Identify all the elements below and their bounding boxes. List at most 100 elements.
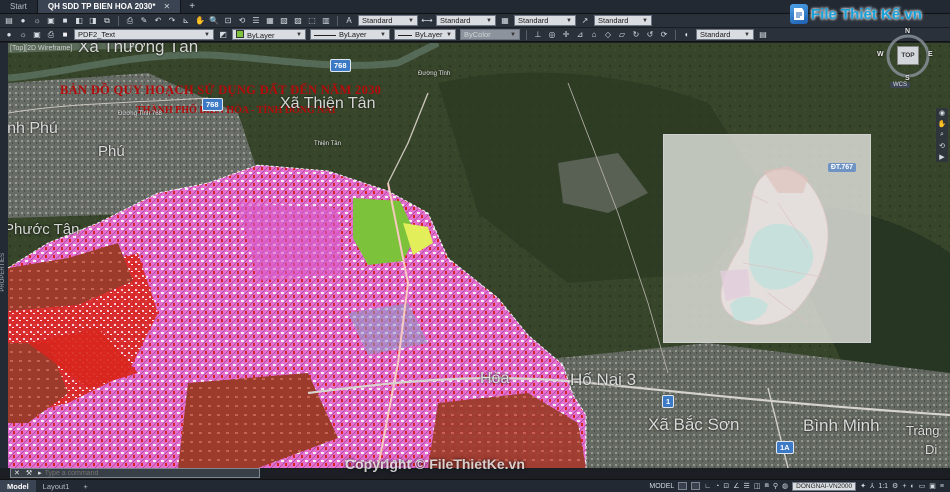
compass-west[interactable]: W <box>877 51 884 58</box>
pan-icon[interactable]: ✋ <box>938 120 947 128</box>
ucs-z-icon[interactable]: ⟳ <box>659 30 669 40</box>
match-layer-icon[interactable]: ⧉ <box>102 16 112 26</box>
zoom-window-icon[interactable]: ⊡ <box>223 16 233 26</box>
sun-icon[interactable]: ☼ <box>32 16 42 26</box>
zoom-icon[interactable]: ⌕ <box>940 131 944 139</box>
tab-drawing[interactable]: QH SDD TP BIEN HOA 2030* ✕ <box>37 0 182 13</box>
redo-icon[interactable]: ↷ <box>167 16 177 26</box>
mleader-style-icon[interactable]: ↗ <box>580 16 590 26</box>
ucs-view-icon[interactable]: ⌂ <box>589 30 599 40</box>
bulb-icon[interactable]: ● <box>4 30 14 40</box>
layer-walk-icon[interactable]: ▤ <box>758 30 768 40</box>
bulb-icon[interactable]: ● <box>18 16 28 26</box>
annotation-scale-icon[interactable]: ⅄ <box>870 482 874 490</box>
mleader-style-select[interactable]: Standard ▼ <box>594 15 652 26</box>
properties-icon[interactable]: ☰ <box>251 16 261 26</box>
compass-icon[interactable]: ✦ <box>860 482 866 490</box>
dim-style-select[interactable]: Standard ▼ <box>436 15 496 26</box>
model-space-toggle[interactable]: MODEL <box>649 483 674 490</box>
annotation-visibility-icon[interactable]: ⚲ <box>773 482 778 490</box>
table-style-select[interactable]: Standard ▼ <box>514 15 576 26</box>
ortho-icon[interactable]: ∟ <box>704 483 711 490</box>
isolate-objects-icon[interactable]: ◐ <box>910 483 914 490</box>
orbit-icon[interactable]: ⟲ <box>939 142 945 150</box>
settings-gear-icon[interactable]: ⚙ <box>892 482 898 490</box>
measure-icon[interactable]: ⊾ <box>181 16 191 26</box>
drawing-viewport[interactable]: [Top][2D Wireframe] BẢN ĐỒ QUY HOẠCH SỬ … <box>8 43 950 468</box>
viewport-controls-label[interactable]: [Top][2D Wireframe] <box>10 45 72 52</box>
visual-style-select[interactable]: Standard ▼ <box>696 29 754 40</box>
layer-state-icon[interactable]: ◧ <box>74 16 84 26</box>
new-tab-icon[interactable]: + <box>181 0 203 13</box>
table-style-icon[interactable]: ▦ <box>500 16 510 26</box>
dim-style-icon[interactable]: ⟷ <box>421 16 432 26</box>
clean-screen-icon[interactable]: ▣ <box>929 482 936 490</box>
grid-icon[interactable] <box>678 482 688 490</box>
ucs-world-icon[interactable]: ◎ <box>547 30 557 40</box>
calculator-icon[interactable]: ▥ <box>321 16 331 26</box>
visual-style-icon[interactable]: ◐ <box>682 30 692 40</box>
layer-properties-icon[interactable]: ▤ <box>4 16 14 26</box>
design-center-icon[interactable]: ▦ <box>265 16 275 26</box>
ucs-face-icon[interactable]: ▱ <box>617 30 627 40</box>
layer-iso-icon[interactable]: ◨ <box>88 16 98 26</box>
compass-north[interactable]: N <box>905 28 910 35</box>
tool-palettes-icon[interactable]: ▧ <box>279 16 289 26</box>
sheet-set-icon[interactable]: ▨ <box>293 16 303 26</box>
lock-icon[interactable]: ▣ <box>32 30 42 40</box>
lock-icon[interactable]: ▣ <box>46 16 56 26</box>
tab-layout1[interactable]: Layout1 <box>36 480 77 492</box>
match-properties-icon[interactable]: ✎ <box>139 16 149 26</box>
close-icon[interactable]: ✕ <box>11 469 23 477</box>
plot-layer-icon[interactable]: ⎙ <box>46 30 56 40</box>
selection-cycling-icon[interactable]: ⧈ <box>764 482 768 490</box>
freeze-icon[interactable]: ☼ <box>18 30 28 40</box>
ucs-origin-icon[interactable]: ✛ <box>561 30 571 40</box>
wcs-menu[interactable]: WCS <box>890 82 910 88</box>
plus-icon[interactable]: + <box>902 483 906 490</box>
command-input[interactable] <box>44 469 259 477</box>
undo-icon[interactable]: ↶ <box>153 16 163 26</box>
close-icon[interactable]: ✕ <box>164 2 171 11</box>
compass-east[interactable]: E <box>928 51 933 58</box>
compass-south[interactable]: S <box>905 75 910 82</box>
hardware-accel-icon[interactable]: ▭ <box>919 482 926 490</box>
plot-icon[interactable]: ⎙ <box>125 16 135 26</box>
snap-icon[interactable] <box>691 482 701 490</box>
ucs-icon[interactable]: ⊥ <box>533 30 543 40</box>
tab-start[interactable]: Start <box>0 0 38 13</box>
otrack-icon[interactable]: ∠ <box>733 482 739 490</box>
view-cube[interactable]: TOP N S E W <box>877 28 935 85</box>
transparency-icon[interactable]: ◫ <box>754 482 761 490</box>
text-style-select[interactable]: Standard ▼ <box>358 15 418 26</box>
linetype-select[interactable]: ByLayer ▼ <box>310 29 390 40</box>
tab-model[interactable]: Model <box>0 479 36 492</box>
make-current-icon[interactable]: ◩ <box>218 30 228 40</box>
ucs-x-icon[interactable]: ↻ <box>631 30 641 40</box>
geolocation-icon[interactable]: ◍ <box>782 482 788 490</box>
coordinate-system-select[interactable]: DONGNAI-VN2000 <box>792 481 857 491</box>
annotation-scale-value[interactable]: 1:1 <box>878 483 888 490</box>
layer-select[interactable]: PDF2_Text ▼ <box>74 29 214 40</box>
markup-icon[interactable]: ⬚ <box>307 16 317 26</box>
osnap-icon[interactable]: ⊡ <box>723 482 729 490</box>
lineweight-select[interactable]: ByLayer ▼ <box>394 29 456 40</box>
steering-wheel-icon[interactable]: ◉ <box>939 109 945 117</box>
color-select[interactable]: ByLayer ▼ <box>232 29 306 40</box>
color-square-icon[interactable]: ■ <box>60 30 70 40</box>
view-cube-top-face[interactable]: TOP <box>897 46 919 65</box>
showmotion-icon[interactable]: ▶ <box>939 153 944 161</box>
ucs-object-icon[interactable]: ◇ <box>603 30 613 40</box>
pan-icon[interactable]: ✋ <box>195 16 205 26</box>
polar-icon[interactable]: ◔ <box>715 483 719 490</box>
ucs-y-icon[interactable]: ↺ <box>645 30 655 40</box>
customization-menu-icon[interactable]: ≡ <box>940 483 944 490</box>
zoom-previous-icon[interactable]: ⟲ <box>237 16 247 26</box>
zoom-realtime-icon[interactable]: 🔍 <box>209 16 219 26</box>
properties-panel-strip[interactable]: PROPERTIES <box>0 43 8 468</box>
ucs-3point-icon[interactable]: ⊿ <box>575 30 585 40</box>
add-layout-icon[interactable]: + <box>76 480 94 492</box>
color-square-icon[interactable]: ■ <box>60 16 70 26</box>
text-style-icon[interactable]: A <box>344 16 354 26</box>
wrench-icon[interactable]: ⚒ <box>23 469 35 477</box>
